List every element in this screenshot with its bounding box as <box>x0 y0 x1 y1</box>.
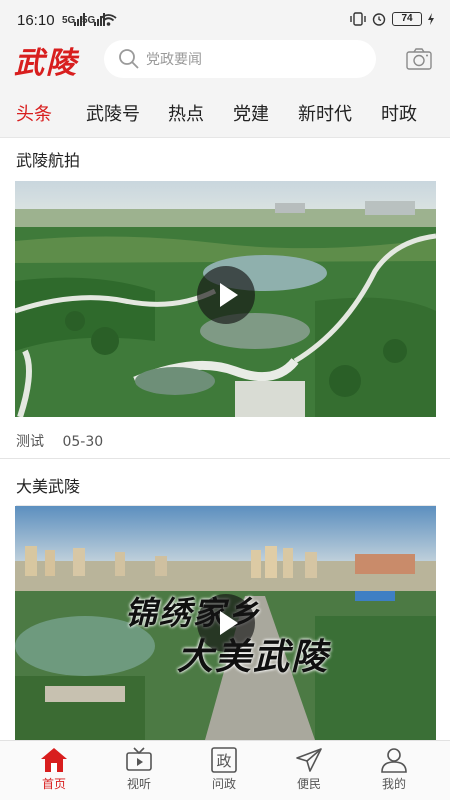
tab-dangjian[interactable]: 党建 <box>233 100 269 126</box>
play-button[interactable] <box>197 594 255 652</box>
status-time: 16:10 <box>17 12 55 29</box>
nav-label: 便民 <box>296 777 321 791</box>
card-title[interactable]: 武陵航拍 <box>16 147 80 171</box>
charging-icon <box>428 13 434 25</box>
search-box[interactable]: 党政要闻 <box>104 40 376 78</box>
card-meta: 测试 05-30 <box>16 431 117 451</box>
nav-label: 问政 <box>211 777 236 791</box>
app-logo[interactable]: 武陵 <box>14 38 78 82</box>
vibrate-icon <box>350 12 366 26</box>
search-placeholder: 党政要闻 <box>146 52 202 68</box>
nav-bianmin[interactable]: 便民 <box>279 747 339 792</box>
nav-wenzheng[interactable]: 政 问政 <box>194 747 254 792</box>
nav-shiting[interactable]: 视听 <box>109 747 169 792</box>
nav-label: 视听 <box>126 777 151 791</box>
card-author: 测试 <box>16 434 44 450</box>
video-thumbnail[interactable]: 锦绣家乡 大美武陵 <box>15 506 436 740</box>
card-date: 05-30 <box>62 434 104 450</box>
bottom-nav: 首页 视听 政 问政 便民 我的 <box>0 740 450 800</box>
send-icon <box>296 748 322 772</box>
play-button[interactable] <box>197 266 255 324</box>
tab-toutiao[interactable]: 头条 <box>16 100 52 126</box>
tab-wulinghao[interactable]: 武陵号 <box>86 100 140 126</box>
home-icon <box>41 748 67 772</box>
tv-icon <box>126 747 152 771</box>
svg-text:政: 政 <box>216 752 231 770</box>
nav-label: 我的 <box>381 777 406 791</box>
tab-shizheng[interactable]: 时政 <box>381 100 417 126</box>
zheng-icon: 政 <box>211 747 237 773</box>
card-title[interactable]: 大美武陵 <box>16 473 80 497</box>
tab-redian[interactable]: 热点 <box>168 100 204 126</box>
category-tabs: 头条 武陵号 热点 党建 新时代 时政 <box>0 80 450 138</box>
search-icon <box>119 49 139 69</box>
news-feed[interactable]: 武陵航拍 测试 05-30 大美武陵 锦绣家乡 大美武陵 <box>0 139 450 740</box>
battery-icon: 74 <box>392 12 422 26</box>
nav-wode[interactable]: 我的 <box>364 747 424 792</box>
nav-home[interactable]: 首页 <box>24 747 84 792</box>
camera-icon[interactable] <box>406 48 432 70</box>
user-icon <box>381 748 407 773</box>
wifi-icon <box>100 14 117 26</box>
status-bar: 16:10 5G 5G 74 <box>0 0 450 40</box>
nav-label: 首页 <box>41 777 66 791</box>
tab-xinshidai[interactable]: 新时代 <box>298 100 352 126</box>
card-separator <box>0 458 450 459</box>
status-right: 74 <box>350 12 434 26</box>
video-thumbnail[interactable] <box>15 181 436 417</box>
header: 武陵 党政要闻 <box>0 38 450 82</box>
alarm-icon <box>372 13 386 26</box>
